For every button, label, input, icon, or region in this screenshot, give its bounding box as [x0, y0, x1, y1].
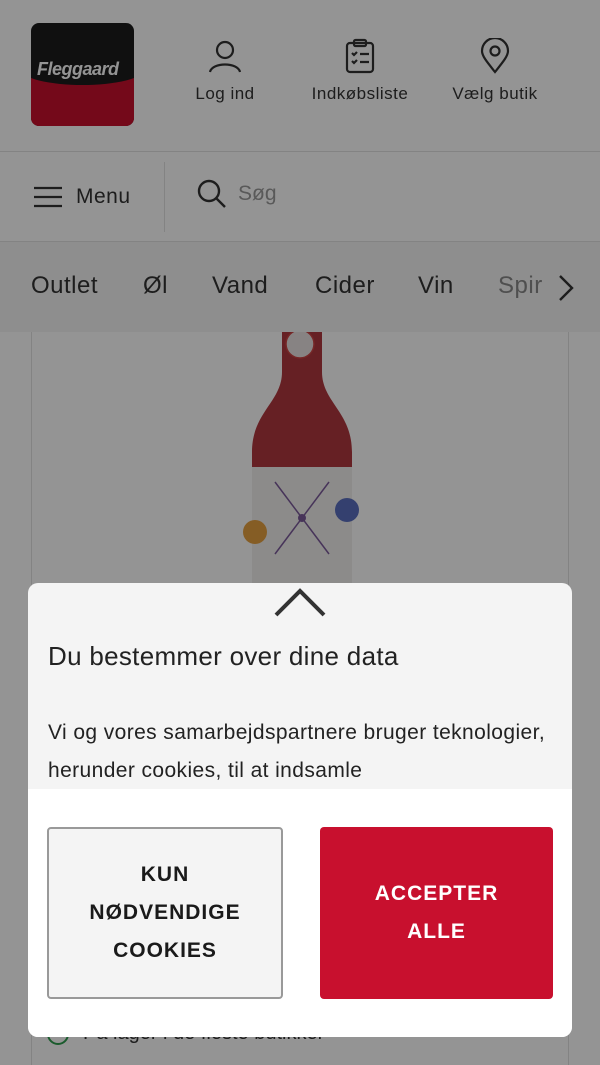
cookie-consent-dialog: Du bestemmer over dine data Vi og vores … [28, 583, 572, 1037]
necessary-cookies-button[interactable]: KUN NØDVENDIGE COOKIES [47, 827, 283, 999]
necessary-cookies-label: KUN NØDVENDIGE COOKIES [89, 863, 241, 962]
accept-all-button[interactable]: ACCEPTER ALLE [320, 827, 553, 999]
cookie-dialog-actions: KUN NØDVENDIGE COOKIES ACCEPTER ALLE [28, 789, 572, 1037]
cookie-dialog-text: Vi og vores samarbejdspartnere bruger te… [48, 721, 546, 782]
chevron-up-icon [274, 588, 326, 617]
cookie-dialog-title: Du bestemmer over dine data [48, 641, 399, 671]
expand-toggle[interactable] [272, 585, 328, 624]
accept-all-label: ACCEPTER ALLE [374, 882, 499, 943]
